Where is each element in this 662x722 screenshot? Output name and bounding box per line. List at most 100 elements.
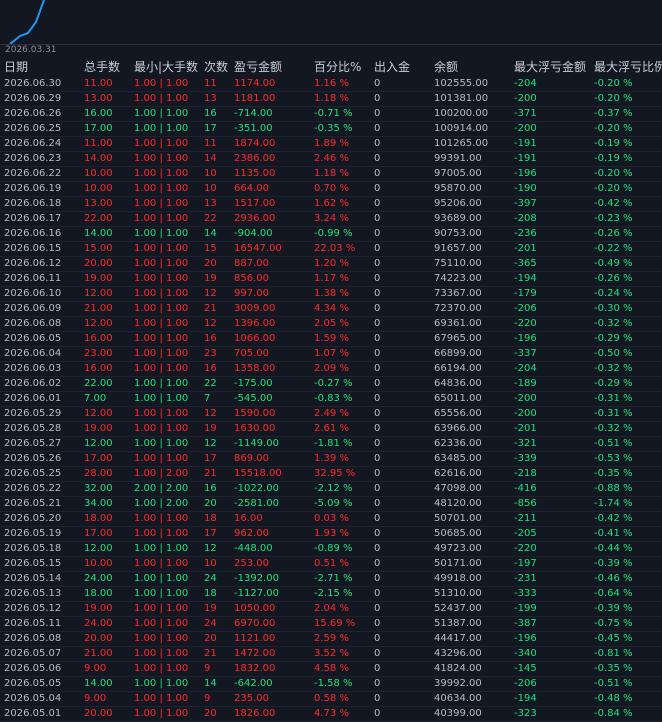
header-count[interactable]: 次数	[204, 58, 228, 77]
cell-deposit: 0	[374, 678, 381, 689]
cell-max-dd-pct: -0.64 %	[594, 588, 633, 599]
cell-lot-range: 1.00 | 1.00	[134, 513, 189, 524]
header-date[interactable]: 日期	[4, 58, 28, 77]
table-row[interactable]: 2026.06.05 16.00 1.00 | 1.00 16 1066.00 1.59 …	[0, 332, 662, 347]
table-row[interactable]: 2026.06.29 13.00 1.00 | 1.00 13 1181.00 1.18 …	[0, 92, 662, 107]
cell-date: 2026.06.04	[4, 348, 62, 359]
table-row[interactable]: 2026.06.08 12.00 1.00 | 1.00 12 1396.00 2.05 …	[0, 317, 662, 332]
cell-pnl: 664.00	[234, 183, 269, 194]
table-row[interactable]: 2026.06.19 10.00 1.00 | 1.00 10 664.00 0.70 %…	[0, 182, 662, 197]
cell-count: 24	[204, 618, 217, 629]
cell-count: 10	[204, 183, 217, 194]
cell-max-dd: -211	[514, 513, 537, 524]
cell-date: 2026.05.13	[4, 588, 62, 599]
table-row[interactable]: 2026.06.01 7.00 1.00 | 1.00 7 -545.00 -0.83 %…	[0, 392, 662, 407]
cell-count: 19	[204, 273, 217, 284]
header-deposit[interactable]: 出入金	[374, 58, 410, 77]
cell-lot-range: 1.00 | 1.00	[134, 93, 189, 104]
table-row[interactable]: 2026.06.04 23.00 1.00 | 1.00 23 705.00 1.07 %…	[0, 347, 662, 362]
cell-pnl: -545.00	[234, 393, 273, 404]
cell-total-lots: 19.00	[84, 273, 113, 284]
cell-total-lots: 17.00	[84, 453, 113, 464]
table-row[interactable]: 2026.06.11 19.00 1.00 | 1.00 19 856.00 1.17 %…	[0, 272, 662, 287]
table-row[interactable]: 2026.05.28 19.00 1.00 | 1.00 19 1630.00 2.61 …	[0, 422, 662, 437]
cell-balance: 43296.00	[434, 648, 482, 659]
cell-count: 19	[204, 423, 217, 434]
cell-max-dd: -371	[514, 108, 537, 119]
header-pct[interactable]: 百分比%	[314, 58, 361, 77]
table-row[interactable]: 2026.06.03 16.00 1.00 | 1.00 16 1358.00 2.09 …	[0, 362, 662, 377]
cell-max-dd-pct: -0.35 %	[594, 468, 633, 479]
cell-max-dd-pct: -0.49 %	[594, 258, 633, 269]
cell-pct: 1.16 %	[314, 78, 349, 89]
table-row[interactable]: 2026.05.14 24.00 1.00 | 1.00 24 -1392.00 -2.7…	[0, 572, 662, 587]
table-row[interactable]: 2026.05.05 14.00 1.00 | 1.00 14 -642.00 -1.58…	[0, 677, 662, 692]
cell-max-dd: -194	[514, 273, 537, 284]
equity-line	[9, 0, 45, 44]
table-row[interactable]: 2026.06.25 17.00 1.00 | 1.00 17 -351.00 -0.35…	[0, 122, 662, 137]
table-row[interactable]: 2026.06.23 14.00 1.00 | 1.00 14 2386.00 2.46 …	[0, 152, 662, 167]
table-row[interactable]: 2026.05.19 17.00 1.00 | 1.00 17 962.00 1.93 %…	[0, 527, 662, 542]
table-row[interactable]: 2026.05.04 9.00 1.00 | 1.00 9 235.00 0.58 % 0 4…	[0, 692, 662, 707]
table-row[interactable]: 2026.06.02 22.00 1.00 | 1.00 22 -175.00 -0.27…	[0, 377, 662, 392]
cell-pct: -0.35 %	[314, 123, 353, 134]
table-row[interactable]: 2026.05.08 20.00 1.00 | 1.00 20 1121.00 2.59 …	[0, 632, 662, 647]
cell-max-dd: -321	[514, 438, 537, 449]
header-lot-range[interactable]: 最小|大手数	[134, 58, 198, 77]
cell-pct: 15.69 %	[314, 618, 356, 629]
cell-pct: -0.83 %	[314, 393, 353, 404]
table-row[interactable]: 2026.05.20 18.00 1.00 | 1.00 18 16.00 0.03 % 0…	[0, 512, 662, 527]
table-row[interactable]: 2026.06.26 16.00 1.00 | 1.00 16 -714.00 -0.71…	[0, 107, 662, 122]
table-row[interactable]: 2026.05.22 32.00 2.00 | 2.00 16 -1022.00 -2.1…	[0, 482, 662, 497]
cell-count: 23	[204, 348, 217, 359]
cell-balance: 40399.00	[434, 708, 482, 719]
table-row[interactable]: 2026.06.30 11.00 1.00 | 1.00 11 1174.00 1.16 …	[0, 77, 662, 92]
table-row[interactable]: 2026.06.17 22.00 1.00 | 1.00 22 2936.00 3.24 …	[0, 212, 662, 227]
cell-max-dd: -200	[514, 408, 537, 419]
table-row[interactable]: 2026.05.21 34.00 1.00 | 2.00 20 -2581.00 -5.0…	[0, 497, 662, 512]
table-row[interactable]: 2026.05.15 10.00 1.00 | 1.00 10 253.00 0.51 %…	[0, 557, 662, 572]
table-row[interactable]: 2026.05.18 12.00 1.00 | 1.00 12 -448.00 -0.89…	[0, 542, 662, 557]
cell-lot-range: 1.00 | 1.00	[134, 108, 189, 119]
table-row[interactable]: 2026.05.12 19.00 1.00 | 1.00 19 1050.00 2.04 …	[0, 602, 662, 617]
table-row[interactable]: 2026.05.29 12.00 1.00 | 1.00 12 1590.00 2.49 …	[0, 407, 662, 422]
table-row[interactable]: 2026.06.10 12.00 1.00 | 1.00 12 997.00 1.38 %…	[0, 287, 662, 302]
cell-deposit: 0	[374, 318, 381, 329]
table-row[interactable]: 2026.05.25 28.00 1.00 | 2.00 21 15518.00 32.9…	[0, 467, 662, 482]
cell-max-dd-pct: -0.23 %	[594, 213, 633, 224]
table-row[interactable]: 2026.05.27 12.00 1.00 | 1.00 12 -1149.00 -1.8…	[0, 437, 662, 452]
cell-pnl: 1174.00	[234, 78, 276, 89]
table-row[interactable]: 2026.06.12 20.00 1.00 | 1.00 20 887.00 1.20 %…	[0, 257, 662, 272]
table-row[interactable]: 2026.06.18 13.00 1.00 | 1.00 13 1517.00 1.62 …	[0, 197, 662, 212]
table-row[interactable]: 2026.06.22 10.00 1.00 | 1.00 10 1135.00 1.18 …	[0, 167, 662, 182]
header-total-lots[interactable]: 总手数	[84, 58, 120, 77]
cell-max-dd: -220	[514, 318, 537, 329]
cell-pnl: -351.00	[234, 123, 273, 134]
cell-count: 17	[204, 528, 217, 539]
cell-date: 2026.05.05	[4, 678, 62, 689]
header-max-dd[interactable]: 最大浮亏金额	[514, 58, 586, 77]
table-row[interactable]: 2026.05.13 18.00 1.00 | 1.00 18 -1127.00 -2.1…	[0, 587, 662, 602]
cell-balance: 97005.00	[434, 168, 482, 179]
cell-total-lots: 13.00	[84, 198, 113, 209]
cell-date: 2026.06.24	[4, 138, 62, 149]
cell-date: 2026.05.15	[4, 558, 62, 569]
table-row[interactable]: 2026.05.06 9.00 1.00 | 1.00 9 1832.00 4.58 % 0…	[0, 662, 662, 677]
table-row[interactable]: 2026.06.15 15.00 1.00 | 1.00 15 16547.00 22.0…	[0, 242, 662, 257]
table-row[interactable]: 2026.05.26 17.00 1.00 | 1.00 17 869.00 1.39 %…	[0, 452, 662, 467]
header-pnl[interactable]: 盈亏金额	[234, 58, 282, 77]
header-max-dd-pct[interactable]: 最大浮亏比例	[594, 58, 662, 77]
table-row[interactable]: 2026.06.16 14.00 1.00 | 1.00 14 -904.00 -0.99…	[0, 227, 662, 242]
table-row[interactable]: 2026.05.01 20.00 1.00 | 1.00 20 1826.00 4.73 …	[0, 707, 662, 722]
table-row[interactable]: 2026.06.24 11.00 1.00 | 1.00 11 1874.00 1.89 …	[0, 137, 662, 152]
cell-balance: 50701.00	[434, 513, 482, 524]
table-row[interactable]: 2026.06.09 21.00 1.00 | 1.00 21 3009.00 4.34 …	[0, 302, 662, 317]
table-row[interactable]: 2026.05.11 24.00 1.00 | 1.00 24 6970.00 15.69…	[0, 617, 662, 632]
cell-max-dd: -333	[514, 588, 537, 599]
cell-balance: 67965.00	[434, 333, 482, 344]
table-row[interactable]: 2026.05.07 21.00 1.00 | 1.00 21 1472.00 3.52 …	[0, 647, 662, 662]
cell-balance: 51387.00	[434, 618, 482, 629]
header-balance[interactable]: 余额	[434, 58, 458, 77]
cell-total-lots: 14.00	[84, 228, 113, 239]
cell-lot-range: 1.00 | 1.00	[134, 228, 189, 239]
